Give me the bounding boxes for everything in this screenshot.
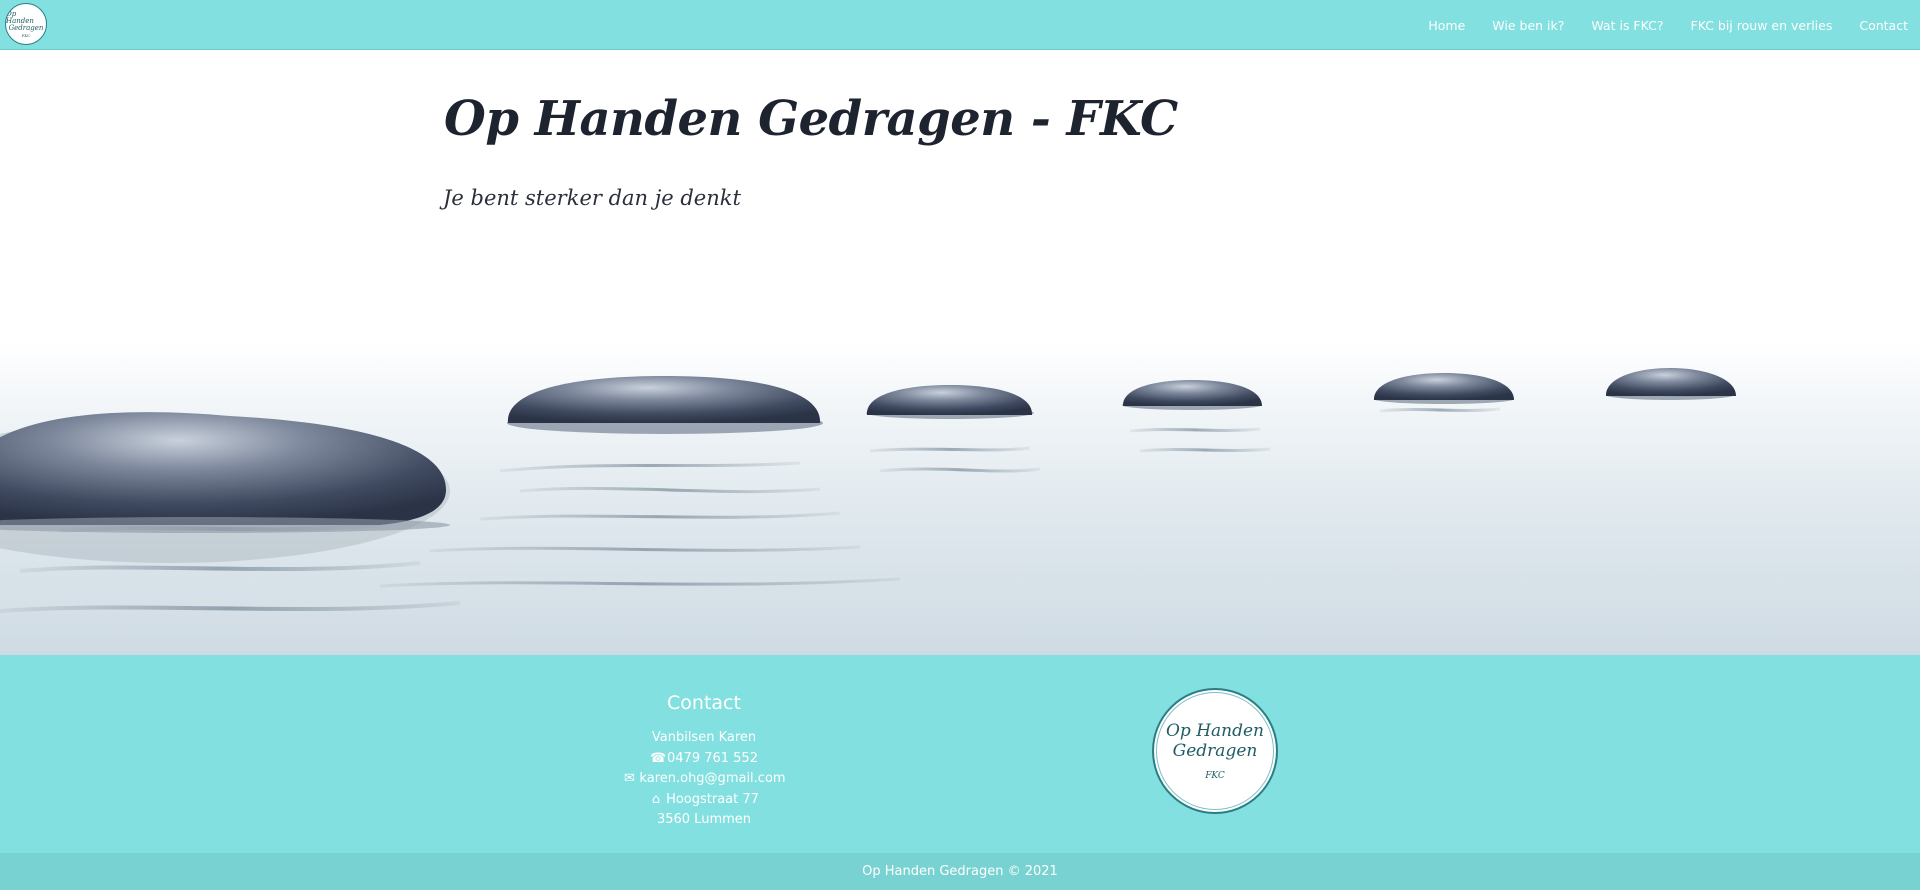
contact-street: Hoogstraat 77 [666,791,759,807]
contact-email[interactable]: karen.ohg@gmail.com [639,771,785,786]
footer-logo-line3: FKC [1205,771,1225,781]
navbar: Op Handen Gedragen FKC Home Wie ben ik? … [0,0,1920,50]
contact-email-row: ✉ karen.ohg@gmail.com [554,769,854,790]
nav-link-wie-ben-ik[interactable]: Wie ben ik? [1492,18,1564,33]
footer-logo-line2: Gedragen [1172,741,1258,761]
copyright-text: Op Handen Gedragen © 2021 [862,864,1058,879]
copyright-bar: Op Handen Gedragen © 2021 [0,853,1920,890]
brand-logo-line1: Op Handen [6,9,34,25]
contact-city: 3560 Lummen [656,812,752,827]
main-nav: Home Wie ben ik? Wat is FKC? FKC bij rou… [1428,0,1920,50]
phone-icon: ☎ [650,750,667,766]
contact-heading: Contact [667,692,741,714]
hero-subtitle: Je bent sterker dan je denkt [443,186,741,210]
hero-title: Op Handen Gedragen - FKC [444,91,1178,147]
footer-logo-line1: Op Handen [1165,721,1265,741]
nav-link-fkc-rouw-verlies[interactable]: FKC bij rouw en verlies [1691,18,1833,33]
nav-link-wat-is-fkc[interactable]: Wat is FKC? [1591,18,1663,33]
contact-name: Vanbilsen Karen [651,730,757,745]
brand-logo[interactable]: Op Handen Gedragen FKC [5,3,47,45]
mail-icon: ✉ [623,771,635,786]
footer: Contact Vanbilsen Karen ☎0479 761 552 ✉ k… [0,655,1920,853]
contact-phone-row: ☎0479 761 552 [554,749,854,770]
nav-link-home[interactable]: Home [1428,18,1465,33]
contact-address-row: ⌂ Hoogstraat 77 [554,790,854,811]
nav-link-contact[interactable]: Contact [1859,18,1908,33]
contact-block: Contact Vanbilsen Karen ☎0479 761 552 ✉ k… [554,655,854,831]
contact-phone[interactable]: 0479 761 552 [667,751,758,766]
footer-logo: Op Handen Gedragen FKC [1152,688,1278,814]
home-icon: ⌂ [651,791,661,807]
brand-logo-line3: FKC [21,32,31,38]
hero-section: Op Handen Gedragen - FKC Je bent sterker… [0,51,1920,655]
brand-logo-line2: Gedragen [8,23,44,32]
